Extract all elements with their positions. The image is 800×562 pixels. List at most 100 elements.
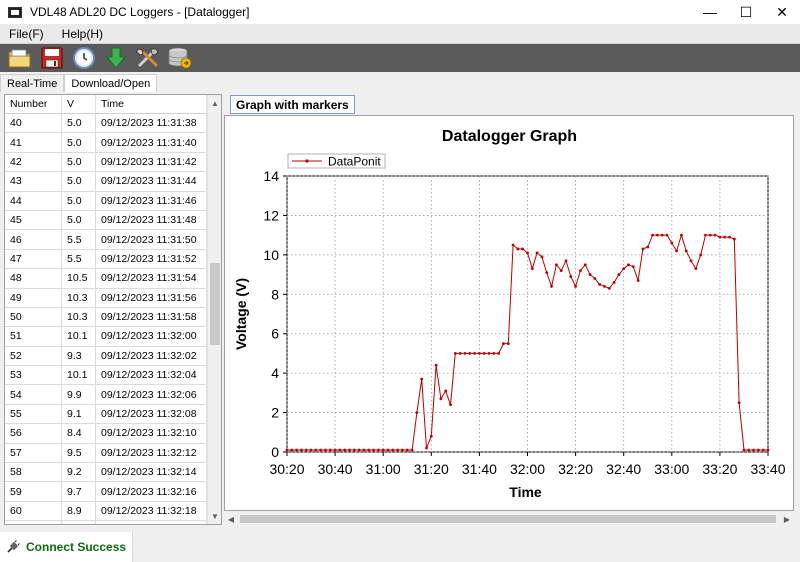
data-point[interactable]	[564, 259, 568, 263]
data-point[interactable]	[641, 247, 645, 251]
export-button[interactable]	[164, 45, 196, 71]
data-point[interactable]	[415, 411, 419, 414]
scroll-up-icon[interactable]: ▲	[208, 95, 221, 111]
data-point[interactable]	[617, 273, 621, 276]
data-point[interactable]	[348, 448, 351, 452]
data-point[interactable]	[655, 233, 659, 237]
table-row[interactable]: 55 9.1 09/12/2023 11:32:08	[5, 404, 207, 425]
tab-real-time[interactable]: Real-Time	[0, 74, 65, 92]
data-point[interactable]	[429, 434, 433, 438]
data-point[interactable]	[386, 448, 390, 452]
data-point[interactable]	[482, 352, 486, 355]
data-point[interactable]	[372, 448, 375, 452]
table-row[interactable]: 53 10.1 09/12/2023 11:32:04	[5, 366, 207, 386]
table-row[interactable]: 44 5.0 09/12/2023 11:31:46	[5, 191, 207, 211]
data-point[interactable]	[352, 448, 356, 452]
data-point[interactable]	[684, 249, 688, 253]
data-point[interactable]	[444, 389, 448, 393]
data-point[interactable]	[612, 281, 616, 284]
scroll-right-icon[interactable]: ▶	[780, 512, 794, 526]
data-point[interactable]	[675, 249, 679, 253]
data-point[interactable]	[598, 283, 602, 286]
table-vertical-scrollbar[interactable]: ▲ ▼	[207, 95, 221, 524]
table-row[interactable]: 59 9.7 09/12/2023 11:32:16	[5, 482, 207, 502]
data-point[interactable]	[670, 241, 674, 245]
data-point[interactable]	[761, 448, 765, 452]
data-point[interactable]	[521, 247, 525, 251]
table-row[interactable]: 56 8.4 09/12/2023 11:32:10	[5, 424, 207, 444]
column-header-time[interactable]: Time	[96, 95, 207, 114]
data-point[interactable]	[704, 233, 707, 237]
data-point[interactable]	[357, 448, 361, 452]
data-point[interactable]	[699, 253, 703, 257]
data-point[interactable]	[391, 448, 395, 452]
table-row[interactable]: 45 5.0 09/12/2023 11:31:48	[5, 210, 207, 231]
data-point[interactable]	[396, 448, 400, 452]
data-point[interactable]	[665, 233, 669, 237]
data-point[interactable]	[376, 448, 380, 452]
table-row[interactable]: 50 10.3 09/12/2023 11:31:58	[5, 307, 207, 328]
data-point[interactable]	[756, 448, 760, 452]
data-point[interactable]	[530, 267, 534, 271]
data-point[interactable]	[304, 448, 308, 452]
data-point[interactable]	[324, 448, 327, 452]
data-point[interactable]	[545, 271, 549, 274]
data-point[interactable]	[689, 259, 693, 263]
data-point[interactable]	[401, 448, 404, 452]
data-point[interactable]	[333, 448, 337, 452]
data-point[interactable]	[309, 448, 313, 452]
download-button[interactable]	[100, 45, 132, 71]
open-button[interactable]	[4, 45, 36, 71]
close-button[interactable]: ✕	[764, 0, 800, 24]
data-point[interactable]	[526, 251, 529, 255]
table-row[interactable]: 54 9.9 09/12/2023 11:32:06	[5, 385, 207, 405]
data-point[interactable]	[285, 448, 289, 452]
table-row[interactable]: 52 9.3 09/12/2023 11:32:02	[5, 346, 207, 367]
data-point[interactable]	[574, 285, 577, 288]
data-point[interactable]	[314, 448, 318, 452]
data-point[interactable]	[492, 352, 496, 355]
column-header-v[interactable]: V	[62, 95, 96, 114]
data-point[interactable]	[410, 448, 414, 452]
data-point[interactable]	[362, 448, 366, 452]
data-point[interactable]	[766, 448, 770, 452]
scroll-down-icon[interactable]: ▼	[208, 508, 221, 524]
data-point[interactable]	[473, 352, 476, 355]
data-point[interactable]	[742, 448, 746, 452]
data-point[interactable]	[728, 235, 731, 239]
data-point[interactable]	[497, 352, 501, 355]
data-point[interactable]	[367, 448, 371, 452]
data-point[interactable]	[506, 342, 510, 345]
table-row[interactable]: 60 8.9 09/12/2023 11:32:18	[5, 501, 207, 522]
data-point[interactable]	[583, 263, 587, 267]
scroll-thumb[interactable]	[210, 263, 220, 345]
table-row[interactable]: 42 5.0 09/12/2023 11:31:42	[5, 152, 207, 173]
data-point[interactable]	[718, 235, 722, 239]
table-row[interactable]: 49 10.3 09/12/2023 11:31:56	[5, 288, 207, 308]
data-point[interactable]	[579, 269, 582, 273]
data-point[interactable]	[478, 352, 481, 355]
data-point[interactable]	[569, 275, 573, 278]
data-point[interactable]	[627, 263, 630, 267]
data-point[interactable]	[381, 448, 385, 452]
tools-button[interactable]	[132, 45, 164, 71]
data-point[interactable]	[622, 267, 626, 271]
data-point[interactable]	[328, 448, 332, 452]
data-point[interactable]	[651, 233, 654, 237]
data-point[interactable]	[737, 401, 741, 405]
data-point[interactable]	[502, 342, 505, 345]
menu-help[interactable]: Help(H)	[53, 27, 112, 41]
data-point[interactable]	[588, 273, 592, 276]
data-point[interactable]	[468, 352, 472, 355]
data-point[interactable]	[290, 448, 294, 452]
table-row[interactable]: 57 9.5 09/12/2023 11:32:12	[5, 443, 207, 464]
table-row[interactable]: 46 5.5 09/12/2023 11:31:50	[5, 230, 207, 250]
data-point[interactable]	[338, 448, 342, 452]
data-point[interactable]	[300, 448, 303, 452]
data-point[interactable]	[631, 265, 635, 269]
table-row[interactable]: 47 5.5 09/12/2023 11:31:52	[5, 249, 207, 270]
data-point[interactable]	[708, 233, 712, 237]
data-point[interactable]	[680, 233, 683, 237]
table-row[interactable]: 618.409/12/2023 11:32:20	[5, 521, 207, 524]
data-point[interactable]	[550, 285, 553, 288]
